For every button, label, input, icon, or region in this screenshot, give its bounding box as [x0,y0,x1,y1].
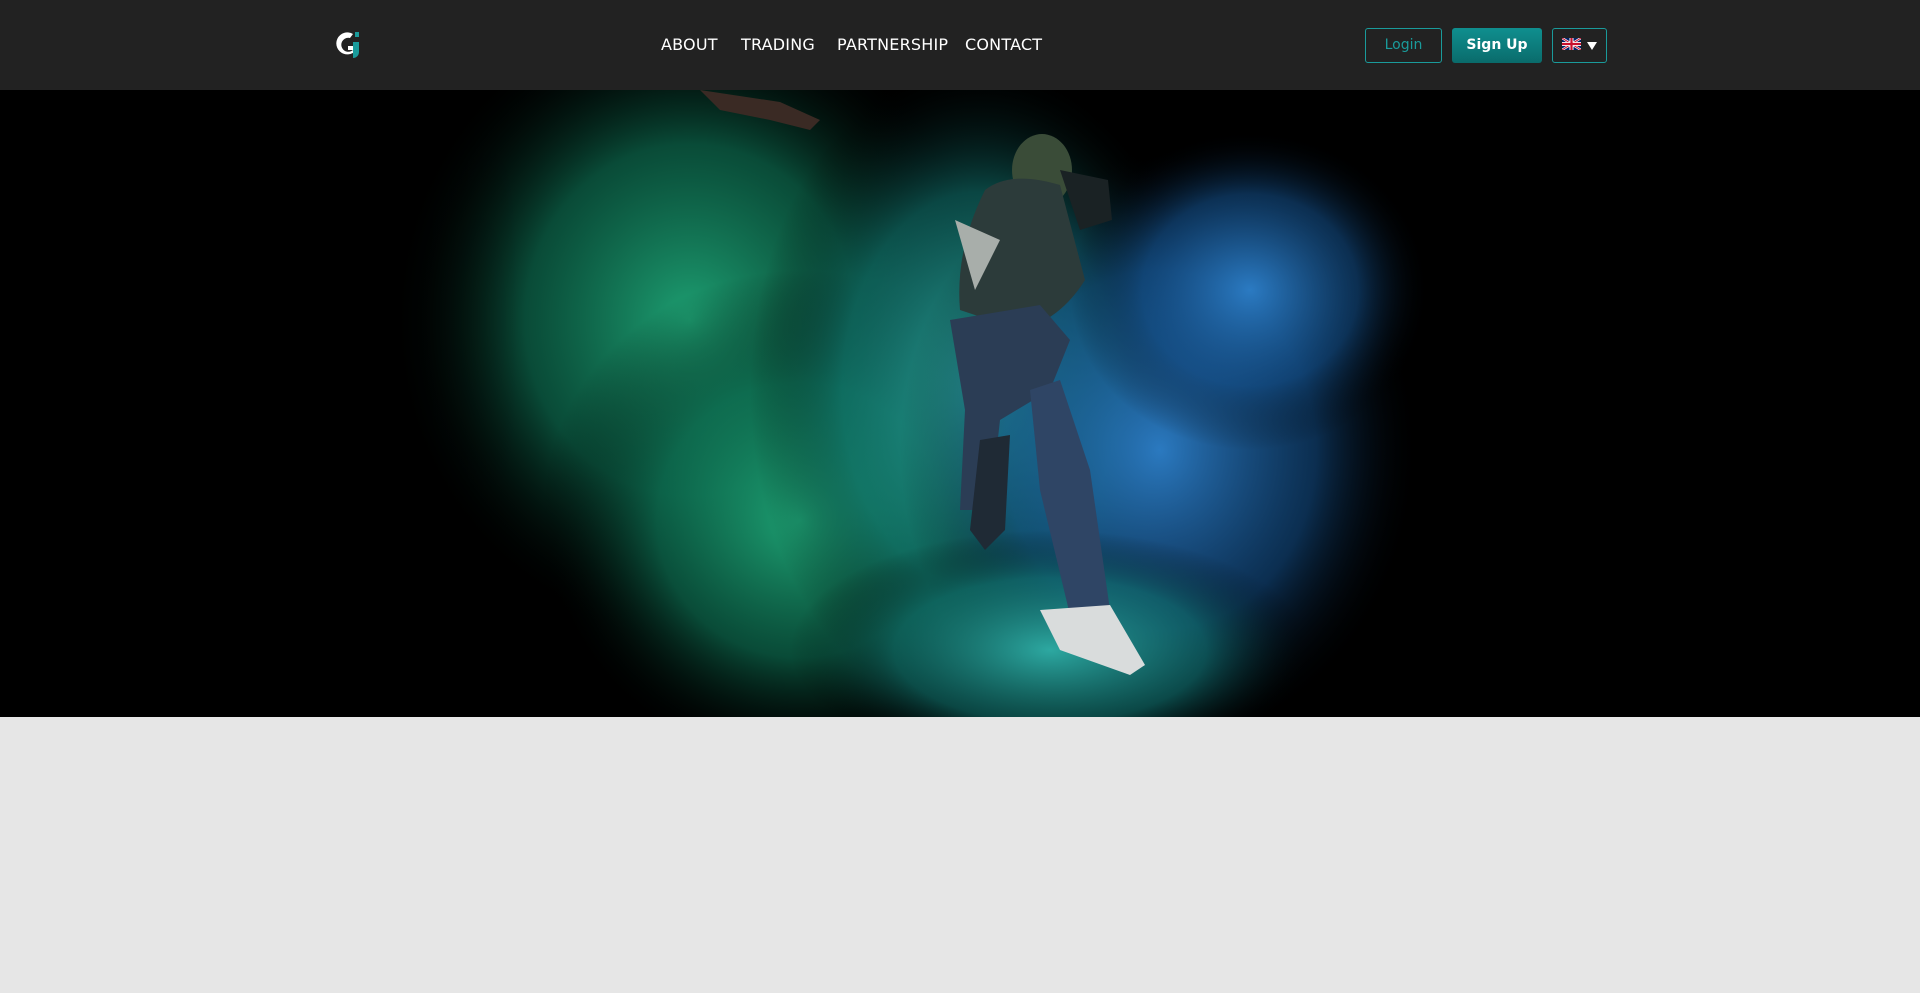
nav-trading[interactable]: TRADING [741,33,815,57]
site-header: ABOUT TRADING PARTNERSHIP CONTACT Login … [0,0,1920,90]
uk-flag-icon [1562,38,1581,50]
main-nav: ABOUT TRADING PARTNERSHIP CONTACT [0,33,1920,57]
nav-partnership[interactable]: PARTNERSHIP [837,33,948,57]
nav-contact[interactable]: CONTACT [965,33,1042,57]
login-button[interactable]: Login [1365,28,1442,63]
nav-about[interactable]: ABOUT [661,33,718,57]
hero-banner [0,90,1920,717]
signup-button[interactable]: Sign Up [1452,28,1542,63]
caret-down-icon [1587,42,1597,50]
content-area [0,717,1920,993]
hero-image [0,90,1920,717]
language-selector[interactable] [1552,28,1607,63]
